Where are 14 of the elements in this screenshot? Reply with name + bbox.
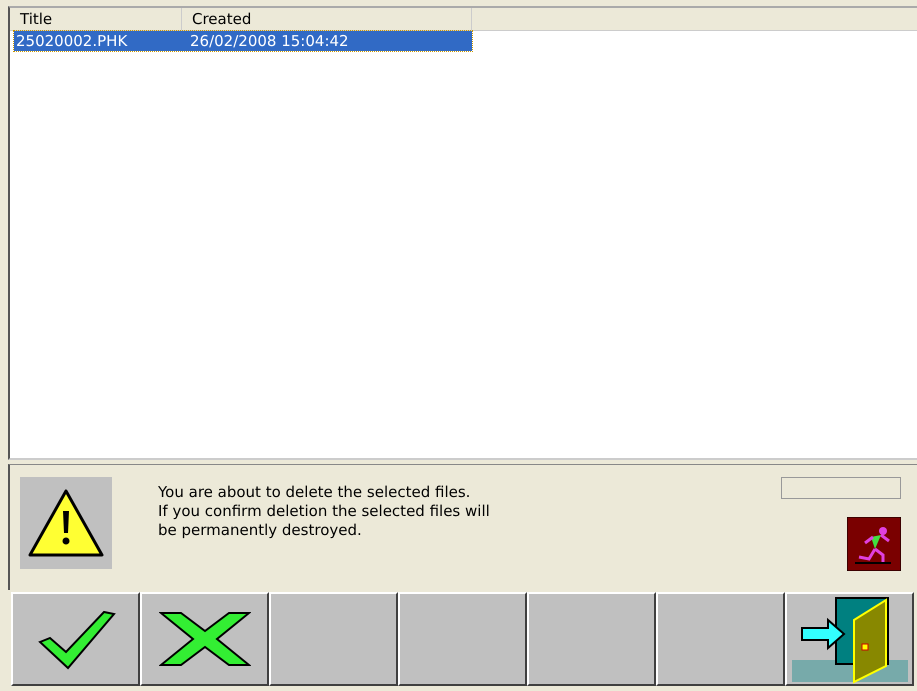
file-row[interactable]: 25020002.PHK 26/02/2008 15:04:42 <box>14 31 472 51</box>
running-figure-icon <box>847 517 901 571</box>
message-text: be permanently destroyed. <box>158 521 363 540</box>
exit-button[interactable] <box>785 592 914 686</box>
exit-door-icon <box>790 594 910 684</box>
confirm-button[interactable] <box>11 592 140 686</box>
cancel-button[interactable] <box>140 592 269 686</box>
message-text: If you confirm deletion the selected files will <box>158 502 491 521</box>
warning-icon <box>20 477 112 569</box>
table-cell: 26/02/2008 15:04:42 <box>190 31 349 51</box>
checkmark-icon <box>36 608 116 670</box>
message-text: You are about to delete the selected files. <box>158 483 472 502</box>
cross-icon <box>158 611 250 667</box>
table-cell-text: 25020002.PHK <box>15 31 128 51</box>
